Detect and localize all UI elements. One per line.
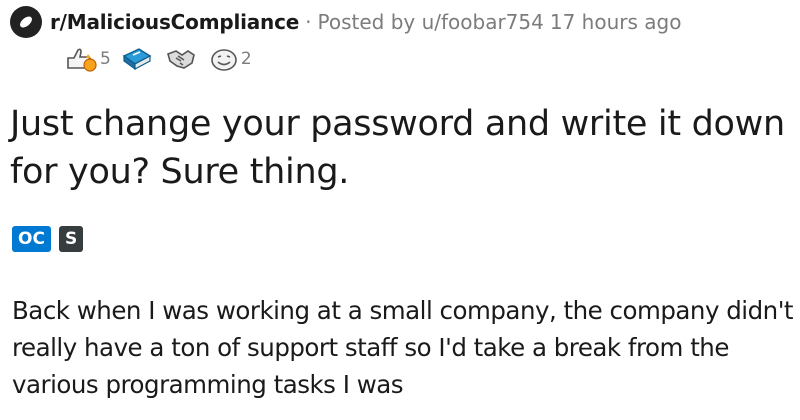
helpful-hand-icon <box>67 48 97 72</box>
meta-separator: · <box>305 10 312 34</box>
award-count: 2 <box>240 49 252 69</box>
post-flairs: OC S <box>12 226 84 252</box>
handshake-icon <box>166 50 195 69</box>
awards-row: 5 2 <box>64 46 256 72</box>
award-book[interactable] <box>121 46 159 72</box>
posted-by[interactable]: Posted by u/foobar754 <box>317 10 543 34</box>
award-count: 5 <box>100 49 111 69</box>
book-award-icon <box>122 48 152 71</box>
award-helpful[interactable]: 5 <box>64 46 115 72</box>
subreddit-name[interactable]: r/MaliciousCompliance <box>50 10 299 34</box>
flair-oc[interactable]: OC <box>12 226 51 252</box>
subreddit-icon[interactable] <box>10 6 42 38</box>
flair-s[interactable]: S <box>58 226 84 252</box>
post-meta-row: r/MaliciousCompliance · Posted by u/foob… <box>10 6 681 38</box>
award-handshake[interactable] <box>165 46 203 72</box>
smiley-face-icon <box>211 49 237 71</box>
post-time: 17 hours ago <box>549 10 682 34</box>
post-body: Back when I was working at a small compa… <box>12 296 794 399</box>
award-smiley[interactable]: 2 <box>209 46 256 72</box>
post-title[interactable]: Just change your password and write it d… <box>10 100 790 196</box>
